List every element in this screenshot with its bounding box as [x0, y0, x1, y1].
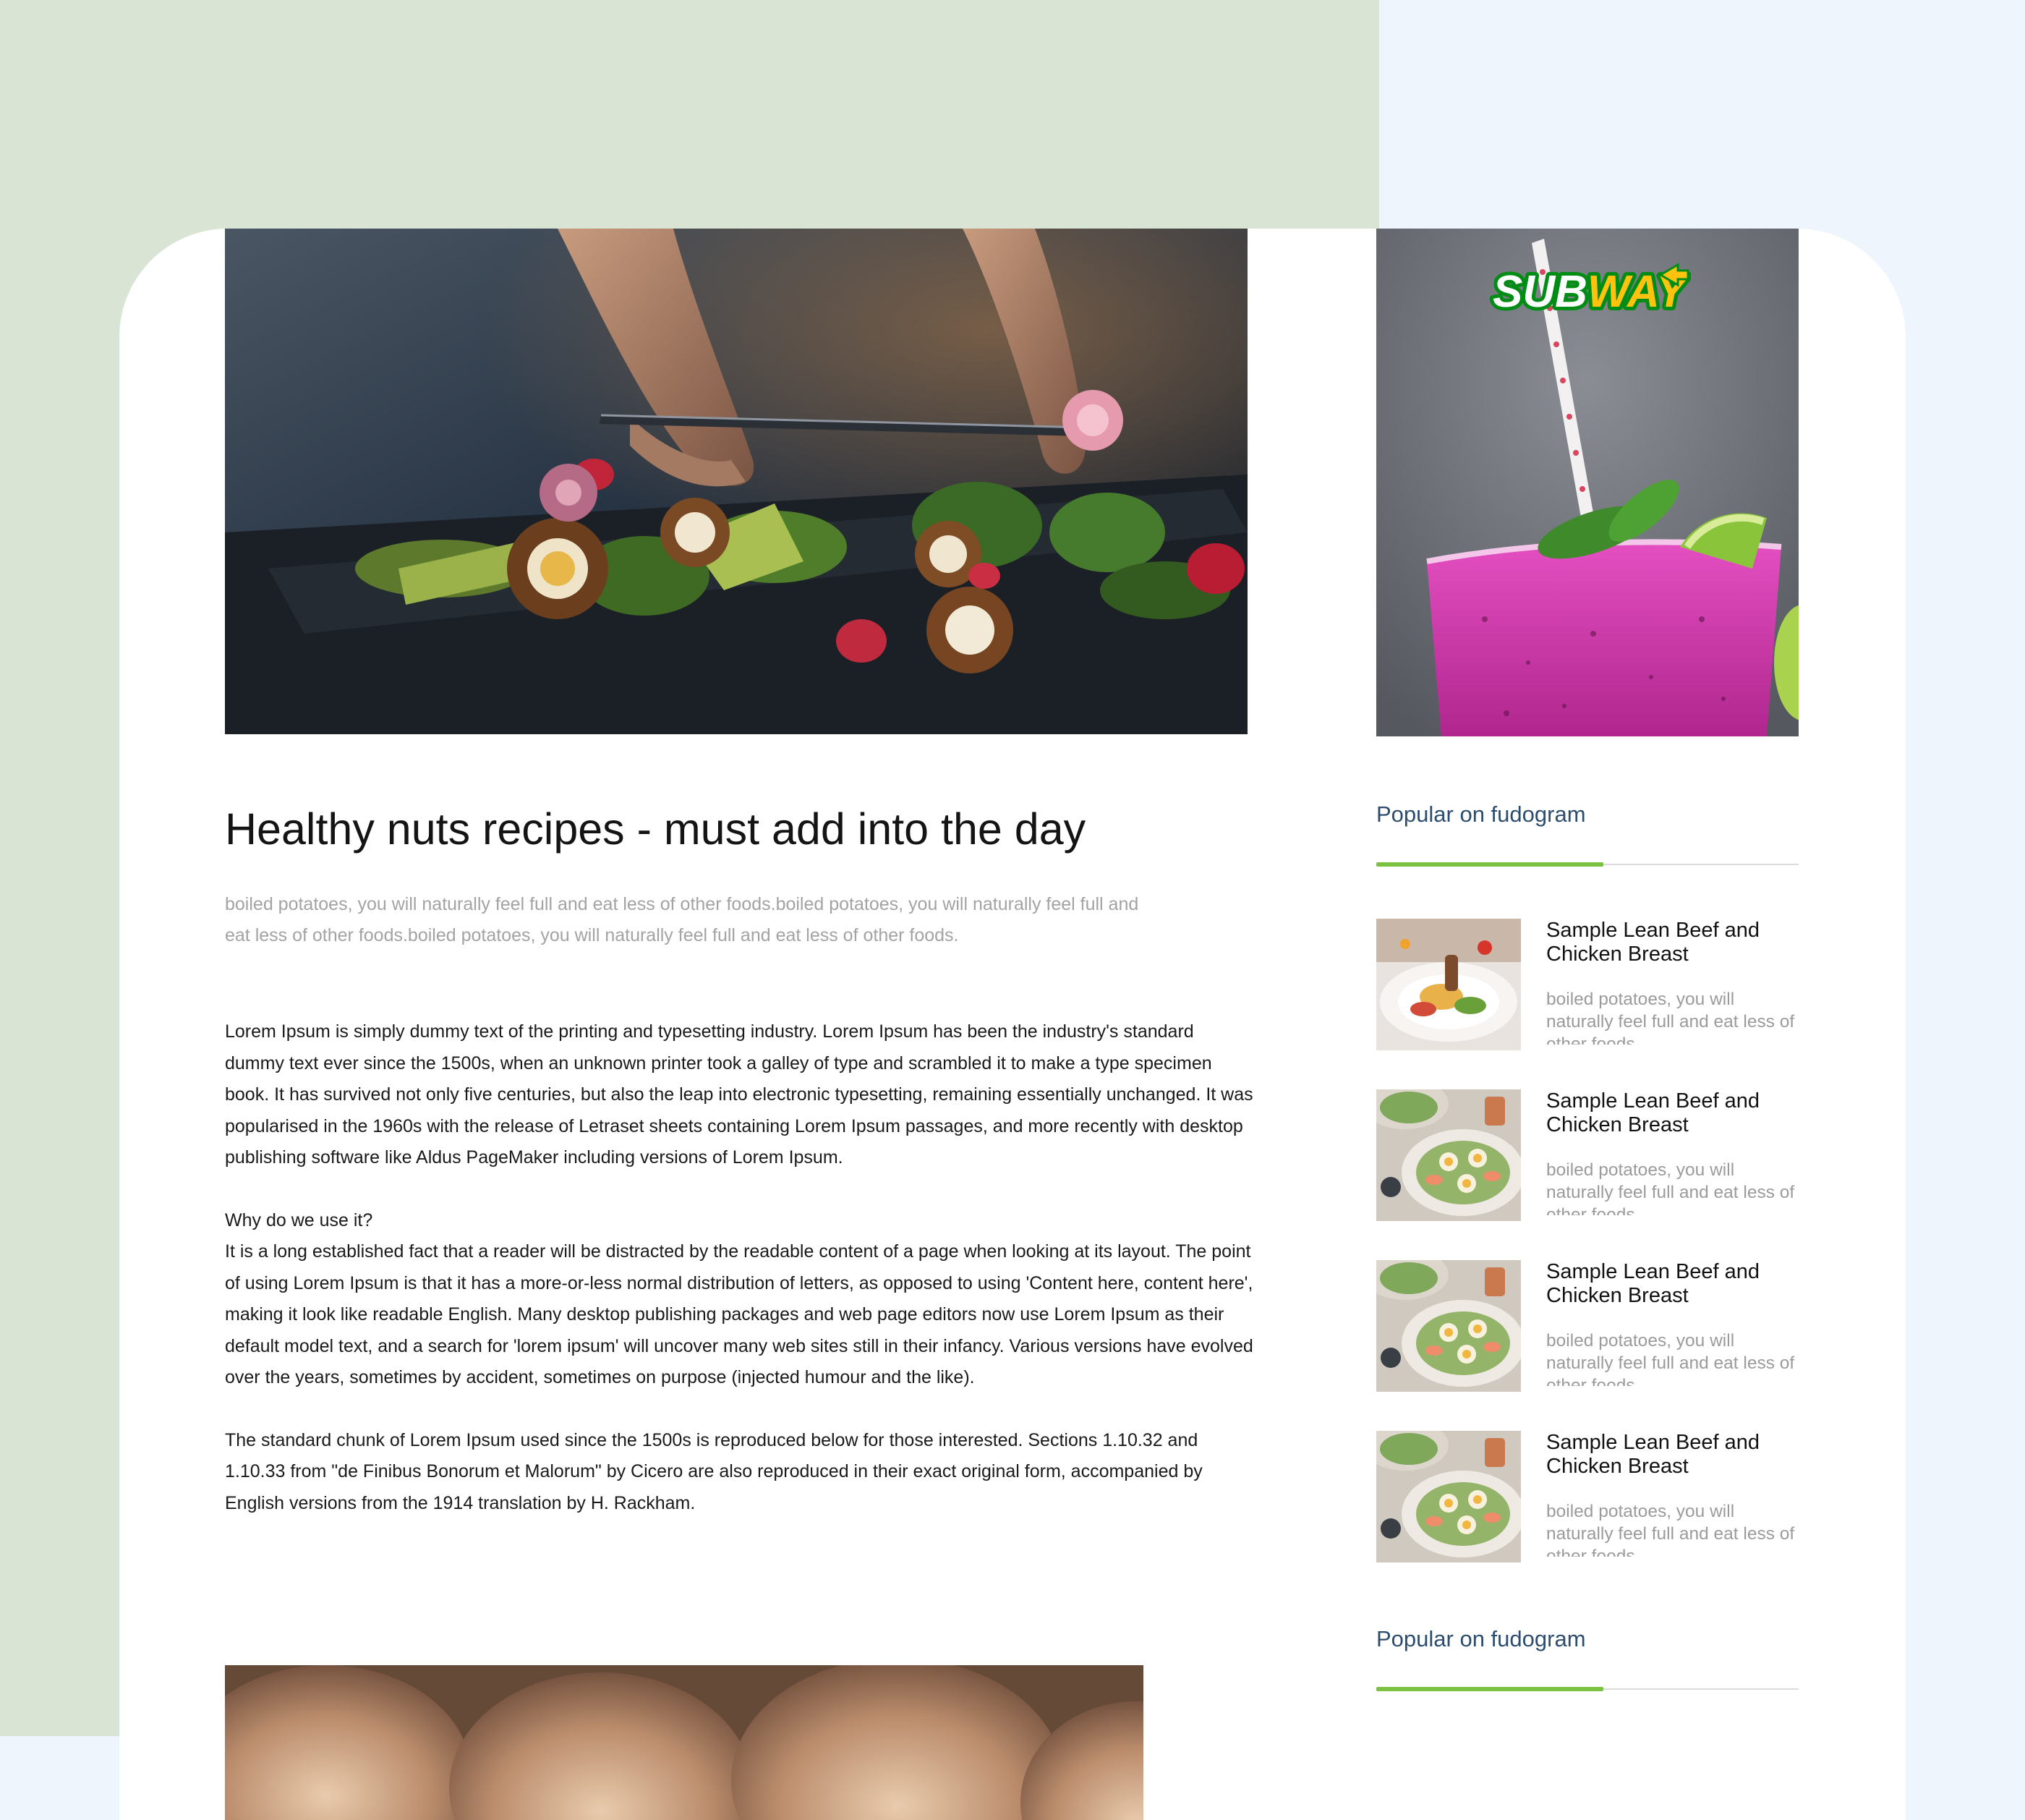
- section-divider-accent: [1376, 862, 1603, 867]
- popular-item-description: boiled potatoes, you will naturally feel…: [1546, 990, 1795, 1045]
- popular-item-thumbnail[interactable]: [1376, 919, 1521, 1050]
- popular-item-description: boiled potatoes, you will naturally feel…: [1546, 1160, 1795, 1215]
- sidebar: SUBWAY SUBWAY Popular on fudogram Sample…: [1376, 229, 1799, 1691]
- popular-section-title: Popular on fudogram: [1376, 801, 1586, 827]
- popular-section-title-2: Popular on fudogram: [1376, 1626, 1586, 1651]
- hero-image-art: [225, 229, 1248, 734]
- popular-item-title[interactable]: Sample Lean Beef and Chicken Breast: [1546, 1431, 1799, 1479]
- section-divider: [1376, 862, 1799, 867]
- article-paragraph: It is a long established fact that a rea…: [225, 1241, 1253, 1387]
- article-paragraph: The standard chunk of Lorem Ipsum used s…: [225, 1429, 1203, 1513]
- popular-item[interactable]: Sample Lean Beef and Chicken Breast boil…: [1376, 919, 1799, 1050]
- popular-item-thumbnail[interactable]: [1376, 1431, 1521, 1562]
- section-divider: [1376, 1687, 1799, 1691]
- shrimp-salad-thumbnail: [1376, 1260, 1521, 1392]
- popular-item-description: boiled potatoes, you will naturally feel…: [1546, 1331, 1795, 1386]
- shrimp-salad-thumbnail: [1376, 1431, 1521, 1562]
- subway-logo: SUBWAY SUBWAY: [1489, 263, 1691, 318]
- article-title: Healthy nuts recipes - must add into the…: [225, 804, 1086, 854]
- bottom-article-image: [225, 1665, 1143, 1820]
- popular-item-thumbnail[interactable]: [1376, 1089, 1521, 1221]
- popular-item-title[interactable]: Sample Lean Beef and Chicken Breast: [1546, 1260, 1799, 1308]
- popular-item[interactable]: Sample Lean Beef and Chicken Breast boil…: [1376, 1089, 1799, 1221]
- subway-logo-sub: SUB: [1493, 267, 1587, 317]
- bottom-image-art: [225, 1665, 1143, 1820]
- article-card: Healthy nuts recipes - must add into the…: [119, 229, 1906, 1820]
- article-subheading: Why do we use it?: [225, 1209, 373, 1230]
- article-body: Lorem Ipsum is simply dummy text of the …: [225, 1016, 1256, 1519]
- popular-item-title[interactable]: Sample Lean Beef and Chicken Breast: [1546, 919, 1799, 966]
- article-paragraph: Lorem Ipsum is simply dummy text of the …: [225, 1021, 1253, 1168]
- popular-item[interactable]: Sample Lean Beef and Chicken Breast boil…: [1376, 1260, 1799, 1392]
- popular-item-thumbnail[interactable]: [1376, 1260, 1521, 1392]
- popular-item-title[interactable]: Sample Lean Beef and Chicken Breast: [1546, 1089, 1799, 1137]
- subway-ad-banner[interactable]: SUBWAY SUBWAY: [1376, 229, 1799, 736]
- popular-item-description: boiled potatoes, you will naturally feel…: [1546, 1502, 1795, 1557]
- hero-image: [225, 229, 1248, 734]
- article-lead: boiled potatoes, you will naturally feel…: [225, 894, 1139, 945]
- shrimp-salad-thumbnail: [1376, 1089, 1521, 1221]
- plated-salad-thumbnail: [1376, 919, 1521, 1050]
- section-divider-accent: [1376, 1687, 1603, 1691]
- popular-item[interactable]: Sample Lean Beef and Chicken Breast boil…: [1376, 1431, 1799, 1562]
